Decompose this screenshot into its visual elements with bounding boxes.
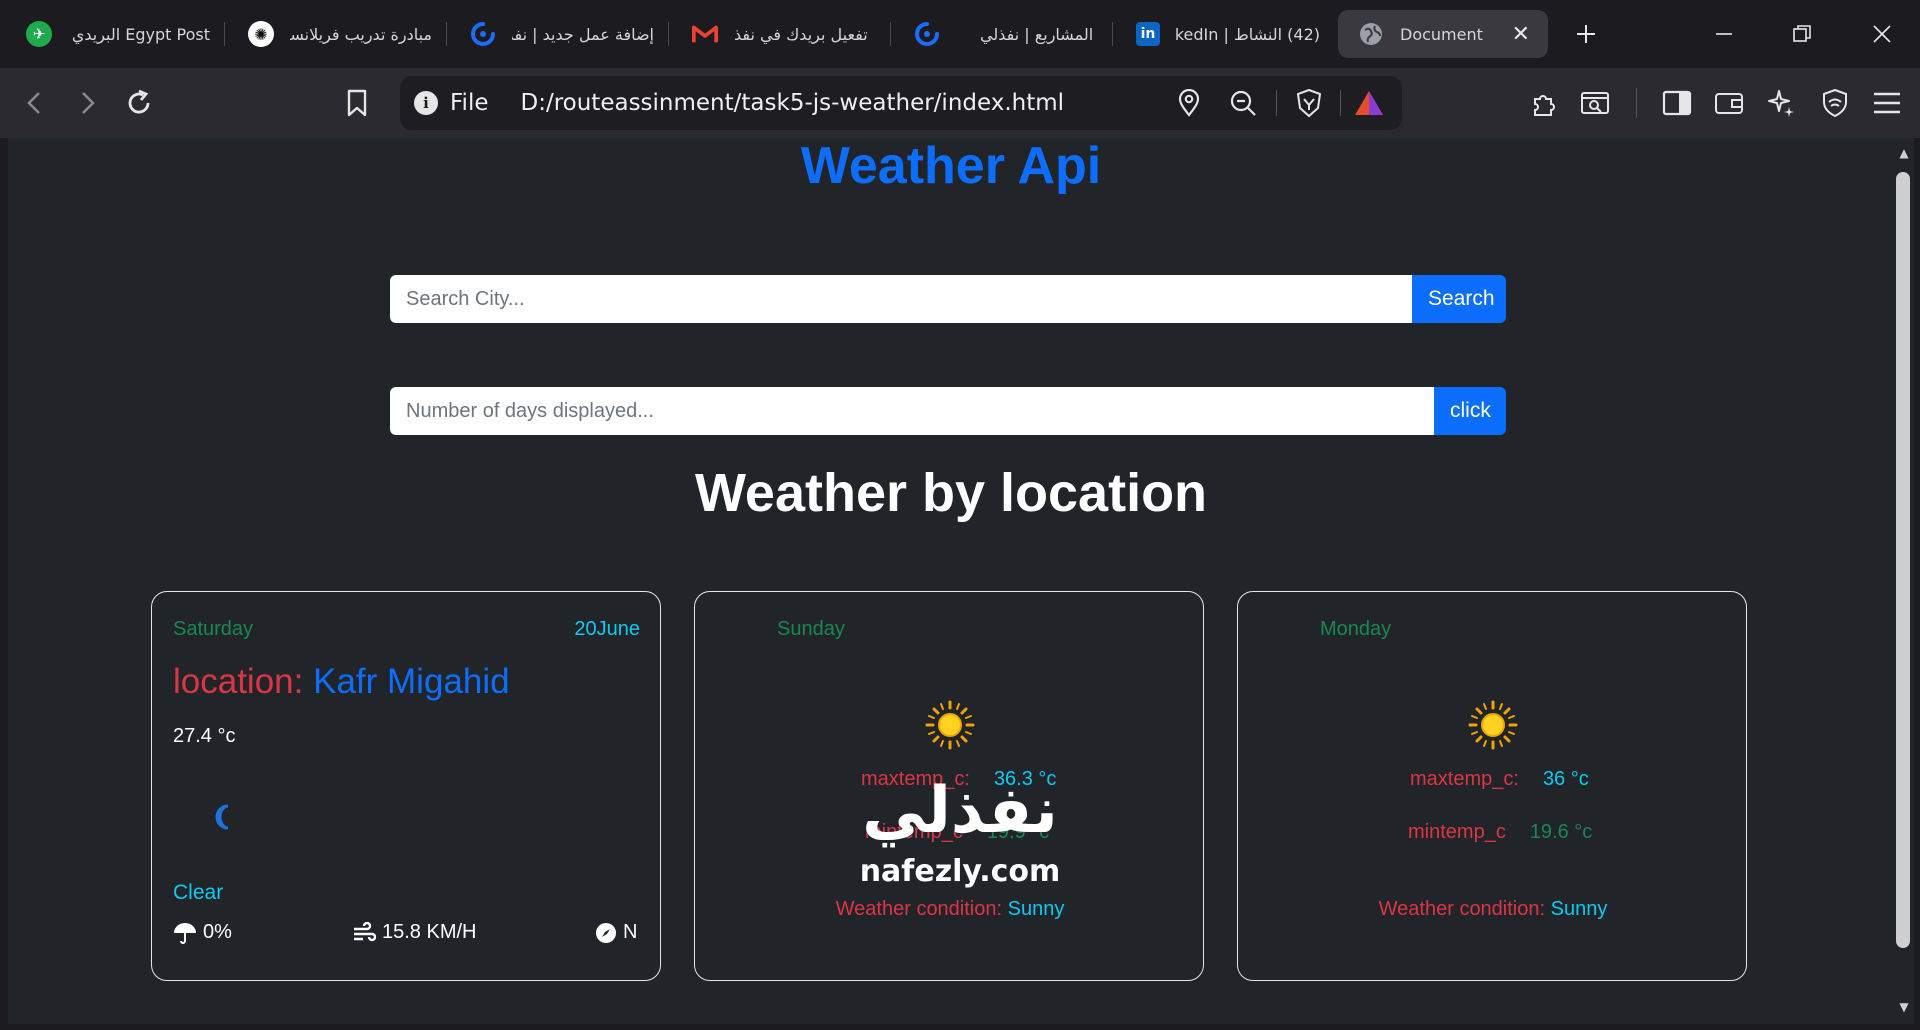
- day-label: Sunday: [777, 618, 845, 640]
- min-temp-row: mintemp_c 19.6 °c: [1408, 821, 1592, 844]
- tab-gmail[interactable]: تفعيل بريدك في نفذ: [692, 10, 876, 58]
- min-temp-value: 19.6 °c: [1529, 821, 1593, 843]
- info-icon[interactable]: i: [414, 91, 438, 115]
- close-tab-icon[interactable]: ✕: [1512, 22, 1530, 47]
- rain-value: 0%: [203, 921, 232, 943]
- tab-projects[interactable]: المشاريع | نفذلي: [914, 10, 1098, 58]
- reload-button[interactable]: [118, 82, 160, 124]
- today-card: Saturday 20June location: Kafr Migahid 2…: [151, 591, 661, 981]
- condition-value: Sunny: [1007, 898, 1065, 920]
- brave-shield-icon[interactable]: [1290, 84, 1328, 122]
- nafezly-icon: [470, 21, 496, 47]
- browser-toolbar: i File D:/routeassinment/task5-js-weathe…: [0, 68, 1920, 138]
- condition-label: Weather condition:: [1378, 898, 1546, 920]
- condition-text: Clear: [173, 881, 224, 904]
- globe-icon: [1358, 21, 1384, 47]
- linkedin-icon: in: [1136, 22, 1160, 46]
- min-temp-label: mintemp_c: [1408, 821, 1506, 843]
- max-temp-value: 36 °c: [1542, 768, 1589, 790]
- condition-value: Sunny: [1550, 898, 1608, 920]
- direction-value: N: [623, 921, 638, 943]
- current-temp: 27.4 °c: [173, 725, 236, 747]
- tab-title: (42) النشاط | LinkedIn: [1176, 24, 1320, 44]
- sidebar-toggle-icon[interactable]: [1656, 82, 1698, 124]
- days-input[interactable]: [390, 387, 1434, 435]
- search-button[interactable]: Search: [1412, 275, 1506, 323]
- scrollbar-thumb[interactable]: [1896, 172, 1910, 948]
- scroll-up-arrow[interactable]: ▲: [1894, 144, 1914, 162]
- extensions-icon[interactable]: [1524, 82, 1566, 124]
- tab-title: Document: [1400, 24, 1483, 44]
- condition-row: Weather condition: Sunny: [695, 898, 1205, 921]
- tab-title: إضافة عمل جديد | نفذ: [512, 24, 654, 44]
- search-city-input[interactable]: [390, 275, 1412, 323]
- section-title: Weather by location: [694, 463, 1208, 523]
- location: location: Kafr Migahid: [173, 662, 510, 702]
- condition-row: Weather condition: Sunny: [1238, 898, 1748, 921]
- page-title: Weather Api: [800, 138, 1102, 195]
- openai-icon: ✺: [248, 21, 274, 47]
- zoom-out-icon[interactable]: [1224, 84, 1262, 122]
- wallet-icon[interactable]: [1708, 82, 1750, 124]
- nafezly-watermark: نفذلي nafezly.com: [845, 776, 1075, 889]
- restore-button[interactable]: [1782, 14, 1822, 54]
- rain-stat: 0%: [173, 921, 232, 944]
- wind-value: 15.8 KM/H: [382, 921, 477, 943]
- minimize-button[interactable]: [1704, 14, 1744, 54]
- page-viewport: Weather Api Search click Weather by loca…: [8, 138, 1894, 1024]
- wind-icon: [354, 921, 376, 941]
- gmail-icon: [692, 21, 718, 47]
- address-bar[interactable]: i File D:/routeassinment/task5-js-weathe…: [400, 76, 1402, 130]
- forecast-card: Monday maxtemp_c: 36 °c mintemp_c 19.6 °c …: [1237, 591, 1747, 981]
- moon-icon: [215, 804, 229, 830]
- scroll-down-arrow[interactable]: ▼: [1894, 998, 1914, 1016]
- umbrella-icon: [174, 922, 196, 944]
- tab-title: تفعيل بريدك في نفذ: [734, 24, 868, 44]
- compass-icon: [596, 922, 616, 943]
- watermark-latin: nafezly.com: [859, 854, 1061, 889]
- location-value: Kafr Migahid: [313, 662, 510, 701]
- url-text[interactable]: D:/routeassinment/task5-js-weather/index…: [521, 90, 1065, 116]
- leo-ai-icon[interactable]: [1760, 82, 1802, 124]
- back-button[interactable]: [14, 82, 56, 124]
- watermark-arabic: نفذلي: [862, 774, 1058, 848]
- date-label: 20June: [574, 618, 640, 640]
- menu-icon[interactable]: [1866, 82, 1908, 124]
- tab-title: مبادرة تدريب فريلانسر: [290, 24, 432, 44]
- brave-rewards-icon[interactable]: [1350, 84, 1388, 122]
- tab-title: Egypt Post البريدي م: [68, 24, 210, 44]
- wind-stat: 15.8 KM/H: [352, 921, 476, 944]
- tab-egypt-post[interactable]: ✈ Egypt Post البريدي م: [26, 10, 210, 58]
- tab-document[interactable]: Document ✕: [1338, 10, 1548, 58]
- days-group: click: [390, 387, 1506, 435]
- location-pin-icon[interactable]: [1170, 84, 1208, 122]
- search-group: Search: [390, 275, 1506, 323]
- tab-add-work[interactable]: إضافة عمل جديد | نفذ: [470, 10, 654, 58]
- click-button[interactable]: click: [1434, 387, 1506, 435]
- nafezly-icon: [914, 21, 940, 47]
- forward-button[interactable]: [66, 82, 108, 124]
- tab-linkedin[interactable]: in (42) النشاط | LinkedIn: [1136, 10, 1320, 58]
- egypt-post-icon: ✈: [26, 21, 52, 47]
- max-temp-row: maxtemp_c: 36 °c: [1410, 768, 1589, 791]
- reader-mode-icon[interactable]: [1574, 82, 1616, 124]
- day-label: Monday: [1320, 618, 1392, 640]
- location-label: location:: [173, 662, 304, 701]
- url-scheme: File: [450, 90, 489, 116]
- close-window-button[interactable]: [1862, 14, 1902, 54]
- vpn-shield-icon[interactable]: [1814, 82, 1856, 124]
- tab-strip: ✈ Egypt Post البريدي م ✺ مبادرة تدريب فر…: [0, 0, 1920, 68]
- day-label: Saturday: [173, 618, 254, 640]
- condition-label: Weather condition:: [835, 898, 1003, 920]
- bookmark-icon[interactable]: [336, 82, 378, 124]
- sun-icon: [1468, 700, 1518, 750]
- sun-icon: [925, 700, 975, 750]
- tab-freelancer-initiative[interactable]: ✺ مبادرة تدريب فريلانسر: [248, 10, 432, 58]
- direction-stat: N: [595, 921, 637, 944]
- tab-title: المشاريع | نفذلي: [980, 24, 1094, 44]
- max-temp-label: maxtemp_c:: [1410, 768, 1519, 790]
- new-tab-button[interactable]: [1566, 14, 1606, 54]
